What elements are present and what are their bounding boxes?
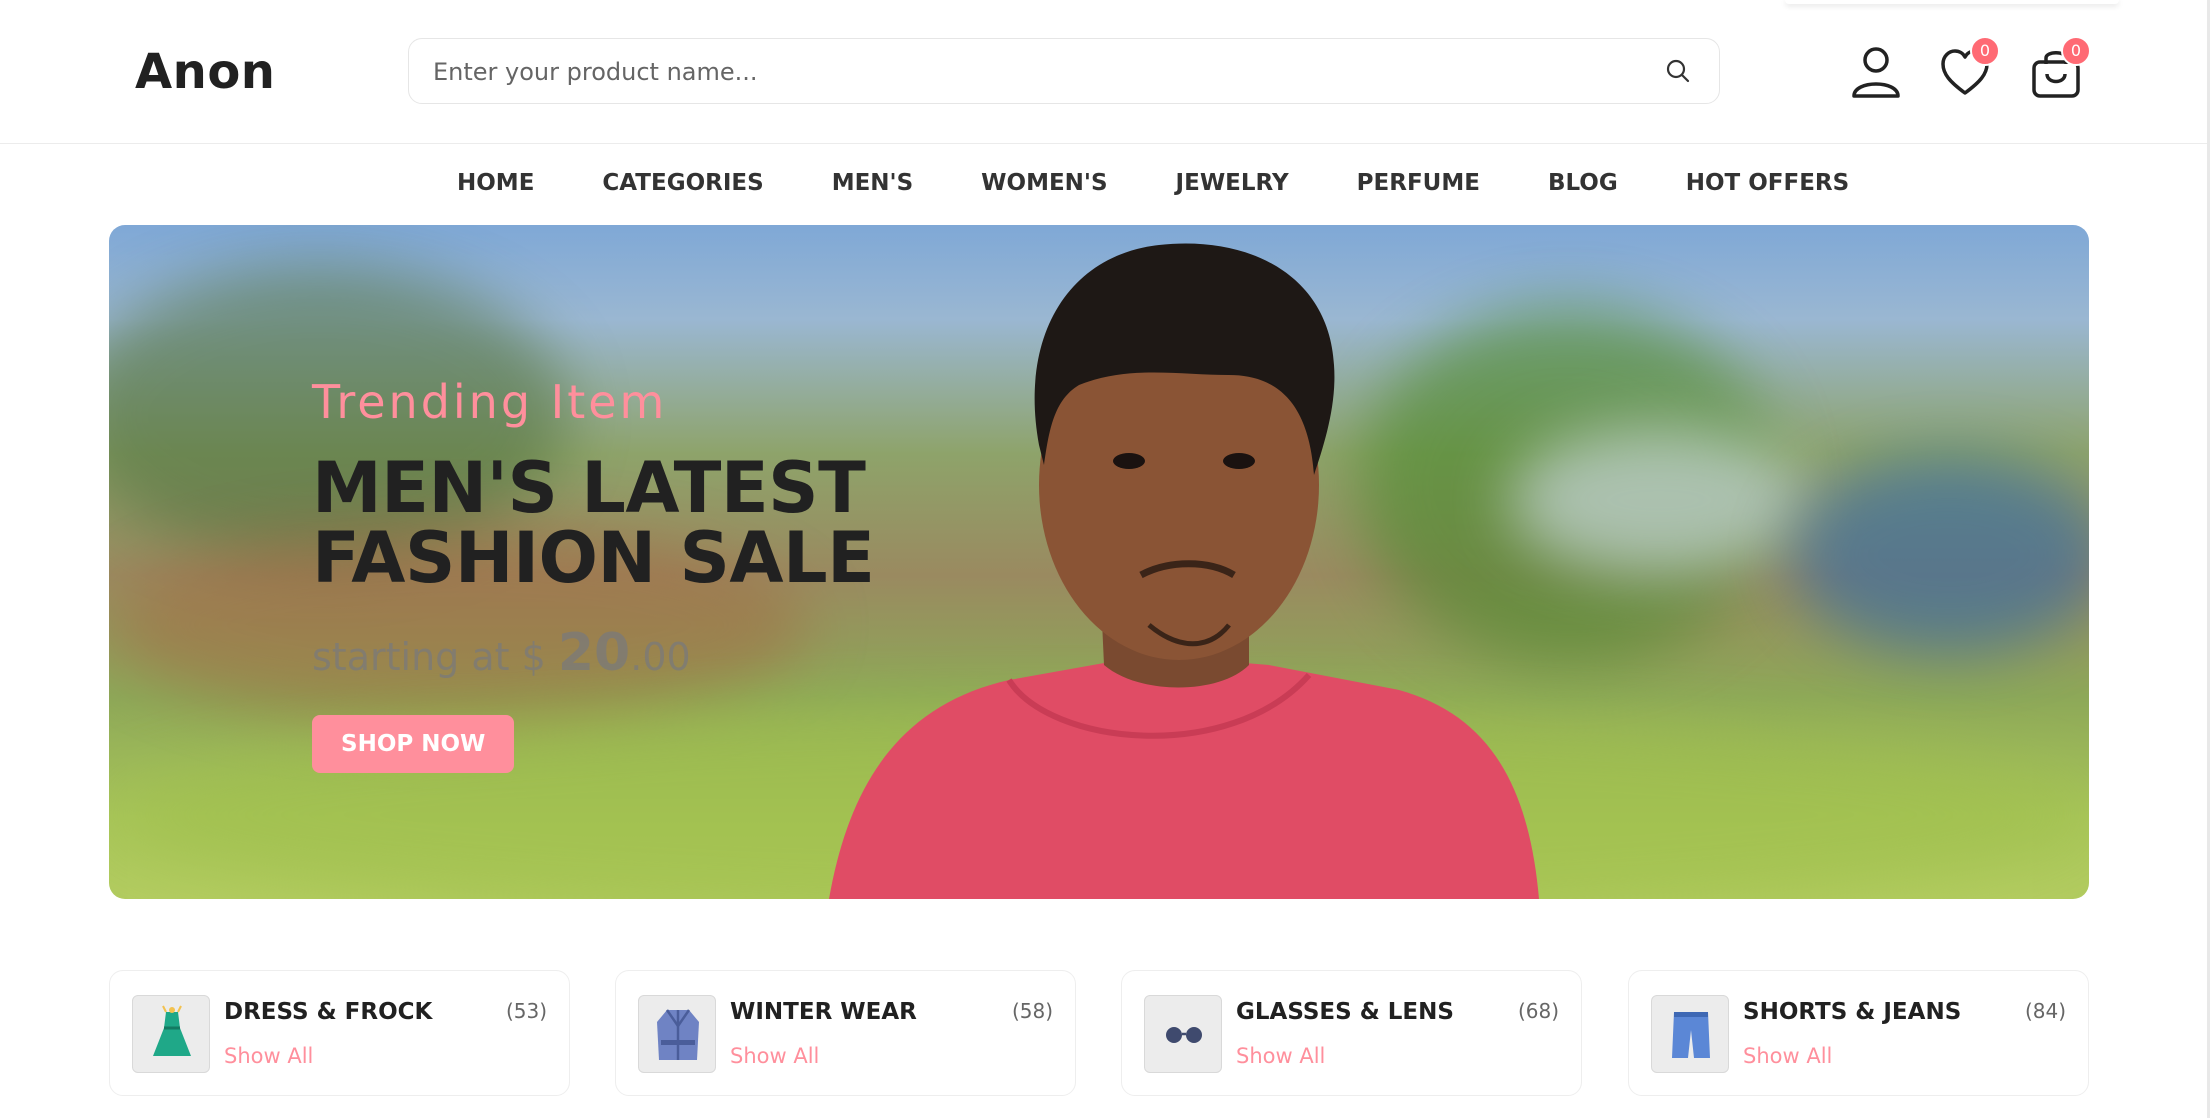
category-card: GLASSES & LENS (68) Show All — [1121, 970, 1582, 1096]
wishlist-count-badge: 0 — [1970, 36, 2000, 66]
main-nav: HOME CATEGORIES MEN'S WOMEN'S JEWELRY PE… — [0, 144, 2210, 224]
category-name: GLASSES & LENS — [1236, 999, 1454, 1025]
search-bar — [408, 38, 1720, 104]
nav-item-mens[interactable]: MEN'S — [832, 170, 913, 196]
show-all-link[interactable]: Show All — [1236, 1044, 1325, 1068]
cart-count-badge: 0 — [2061, 36, 2091, 66]
banner-content: Trending Item MEN'S LATEST FASHION SALE … — [312, 375, 875, 773]
category-card: WINTER WEAR (58) Show All — [615, 970, 1076, 1096]
header: Anon 0 0 — [0, 0, 2210, 144]
glasses-icon — [1144, 995, 1222, 1073]
category-count: (84) — [2024, 999, 2066, 1023]
banner-subtitle: Trending Item — [312, 375, 668, 429]
category-name: DRESS & FROCK — [224, 999, 433, 1025]
shorts-icon — [1651, 995, 1729, 1073]
shop-now-button[interactable]: SHOP NOW — [312, 715, 515, 773]
category-card: SHORTS & JEANS (84) Show All — [1628, 970, 2089, 1096]
coat-icon — [638, 995, 716, 1073]
banner-title-line1: MEN'S LATEST — [312, 447, 866, 529]
nav-item-perfume[interactable]: PERFUME — [1357, 170, 1480, 196]
category-count: (53) — [505, 999, 547, 1023]
bg-building-blue — [1789, 455, 2089, 655]
category-name: WINTER WEAR — [730, 999, 917, 1025]
logo[interactable]: Anon — [135, 44, 275, 100]
nav-item-womens[interactable]: WOMEN'S — [981, 170, 1107, 196]
show-all-link[interactable]: Show All — [224, 1044, 313, 1068]
hero-banner: Trending Item MEN'S LATEST FASHION SALE … — [109, 225, 2089, 899]
price-prefix: starting at $ — [312, 635, 558, 679]
nav-item-hot-offers[interactable]: HOT OFFERS — [1686, 170, 1849, 196]
category-count: (58) — [1011, 999, 1053, 1023]
nav-item-categories[interactable]: CATEGORIES — [602, 170, 763, 196]
nav-item-blog[interactable]: BLOG — [1548, 170, 1618, 196]
search-input[interactable] — [431, 39, 1635, 104]
dress-icon — [132, 995, 210, 1073]
nav-item-jewelry[interactable]: JEWELRY — [1176, 170, 1289, 196]
nav-item-home[interactable]: HOME — [457, 170, 534, 196]
search-icon[interactable] — [1663, 56, 1693, 86]
category-count: (68) — [1517, 999, 1559, 1023]
banner-title-line2: FASHION SALE — [312, 517, 875, 599]
wishlist-button[interactable]: 0 — [1938, 36, 2000, 100]
banner-title: MEN'S LATEST FASHION SALE — [312, 447, 875, 599]
show-all-link[interactable]: Show All — [1743, 1044, 1832, 1068]
banner-price: starting at $ 20.00 — [312, 623, 874, 683]
show-all-link[interactable]: Show All — [730, 1044, 819, 1068]
cart-button[interactable]: 0 — [2029, 36, 2091, 100]
user-icon[interactable] — [1849, 44, 1903, 100]
price-cents: .00 — [630, 635, 691, 679]
price-whole: 20 — [557, 623, 631, 683]
category-card: DRESS & FROCK (53) Show All — [109, 970, 570, 1096]
category-list: DRESS & FROCK (53) Show All WINTER WEAR … — [109, 970, 2089, 1096]
category-name: SHORTS & JEANS — [1743, 999, 1962, 1025]
